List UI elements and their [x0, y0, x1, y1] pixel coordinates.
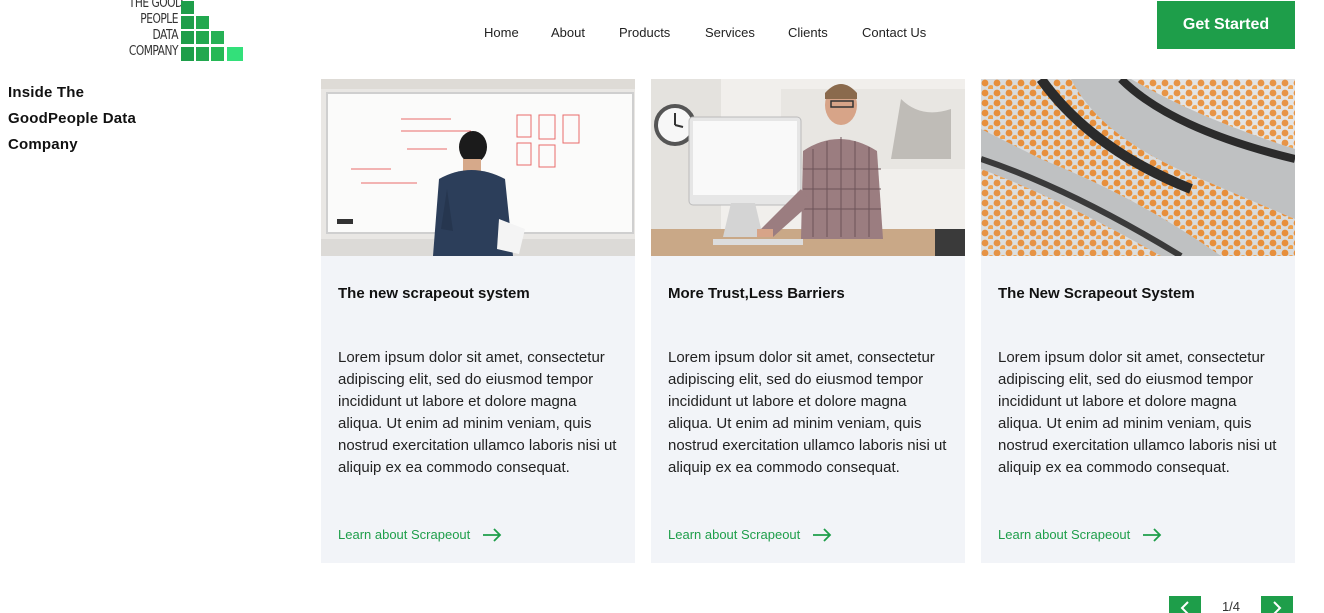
article-card: More Trust,Less Barriers Lorem ipsum dol…: [651, 79, 965, 563]
nav-contact-us[interactable]: Contact Us: [862, 25, 926, 40]
learn-more-label: Learn about Scrapeout: [668, 527, 801, 542]
arrow-right-icon: [813, 527, 832, 542]
nav-services[interactable]: Services: [705, 25, 755, 40]
nav-home[interactable]: Home: [484, 25, 519, 40]
card-title: More Trust,Less Barriers: [668, 285, 845, 302]
learn-more-label: Learn about Scrapeout: [338, 527, 471, 542]
nav-products[interactable]: Products: [619, 25, 670, 40]
card-body: Lorem ipsum dolor sit amet, consectetur …: [338, 349, 617, 476]
arrow-right-icon: [483, 527, 502, 542]
card-image-whiteboard: [321, 79, 635, 256]
learn-more-link[interactable]: Learn about Scrapeout: [338, 527, 502, 542]
carousel-prev-button[interactable]: [1169, 596, 1201, 613]
nav-about[interactable]: About: [551, 25, 585, 40]
card-body: Lorem ipsum dolor sit amet, consectetur …: [668, 349, 947, 476]
card-title: The new scrapeout system: [338, 285, 530, 302]
card-title: The New Scrapeout System: [998, 285, 1195, 302]
article-card: The new scrapeout system Lorem ipsum dol…: [321, 79, 635, 563]
carousel-next-button[interactable]: [1261, 596, 1293, 613]
main-nav: Home About Products Services Clients Con…: [0, 25, 1324, 43]
learn-more-label: Learn about Scrapeout: [998, 527, 1131, 542]
section-title: Inside The GoodPeople Data Company: [8, 84, 137, 153]
article-card: The New Scrapeout System Lorem ipsum dol…: [981, 79, 1295, 563]
card-image-computer: [651, 79, 965, 256]
get-started-button[interactable]: Get Started: [1157, 1, 1295, 49]
learn-more-link[interactable]: Learn about Scrapeout: [998, 527, 1162, 542]
arrow-right-icon: [1143, 527, 1162, 542]
card-body: Lorem ipsum dolor sit amet, consectetur …: [998, 349, 1277, 476]
chevron-left-icon: [1180, 601, 1189, 613]
learn-more-link[interactable]: Learn about Scrapeout: [668, 527, 832, 542]
chevron-right-icon: [1273, 601, 1282, 613]
carousel-page-indicator: 1/4: [1221, 599, 1241, 613]
nav-clients[interactable]: Clients: [788, 25, 828, 40]
card-image-oranges: [981, 79, 1295, 256]
